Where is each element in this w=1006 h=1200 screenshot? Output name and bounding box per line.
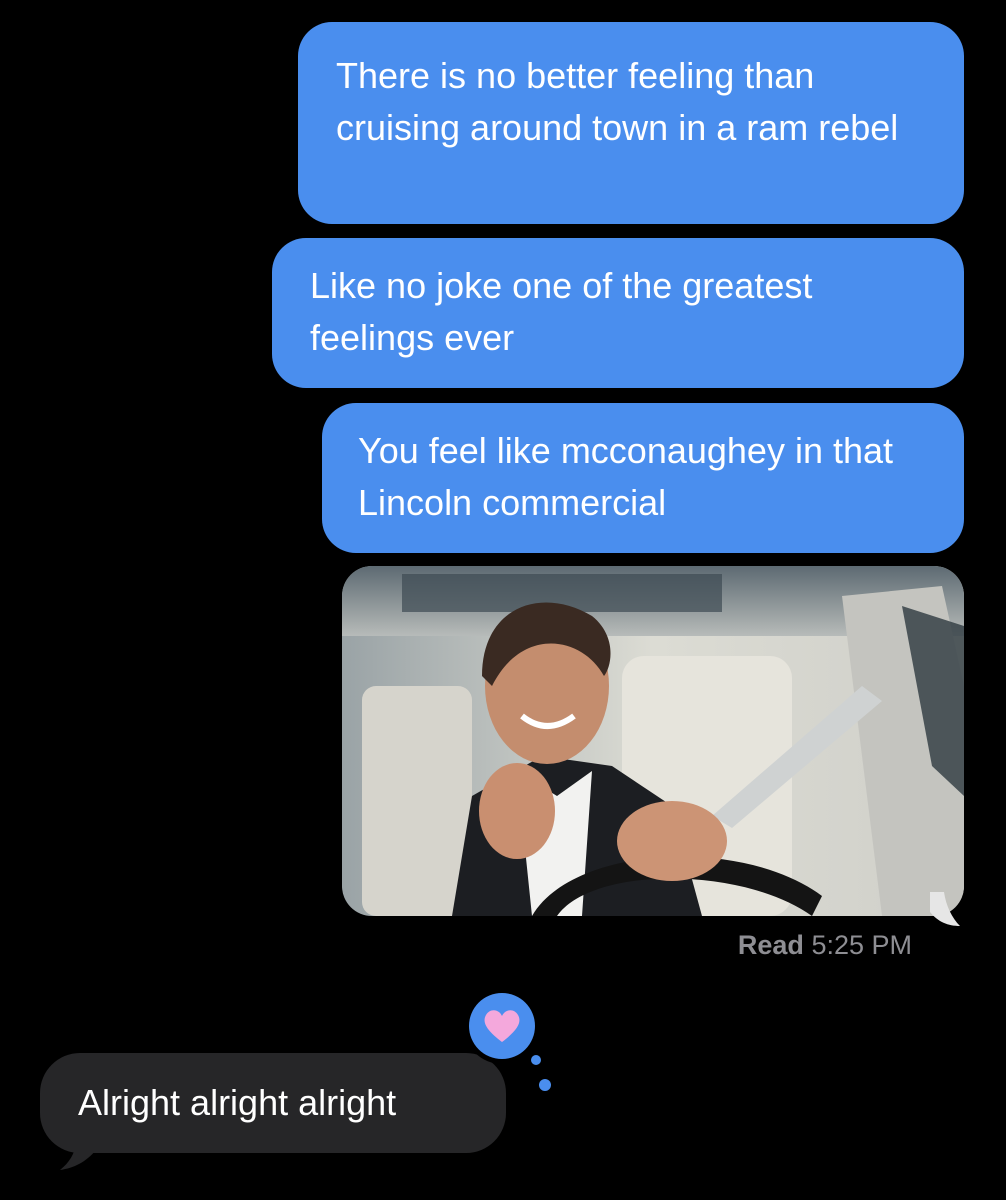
sent-message-bubble[interactable]: Like no joke one of the greatest feeling… (272, 238, 964, 388)
read-status: Read (737, 930, 804, 960)
message-text: You feel like mcconaughey in that Lincol… (358, 430, 894, 523)
tapback-dot (539, 1079, 551, 1091)
message-text: Alright alright alright (78, 1082, 397, 1123)
bubble-tail (60, 1140, 96, 1170)
received-message-bubble[interactable]: Alright alright alright (40, 1053, 506, 1153)
sent-message-bubble[interactable]: There is no better feeling than cruising… (298, 22, 964, 224)
read-receipt: Read 5:25 PM (738, 930, 912, 961)
sent-message-bubble[interactable]: You feel like mcconaughey in that Lincol… (322, 403, 964, 553)
tapback-reaction[interactable] (456, 986, 546, 1076)
message-text: Like no joke one of the greatest feeling… (310, 265, 813, 358)
car-interior-photo (342, 566, 964, 916)
bubble-tail (930, 892, 960, 926)
message-text: There is no better feeling than cruising… (336, 55, 899, 148)
photo-attachment[interactable] (342, 566, 964, 916)
read-time: 5:25 PM (811, 930, 912, 960)
